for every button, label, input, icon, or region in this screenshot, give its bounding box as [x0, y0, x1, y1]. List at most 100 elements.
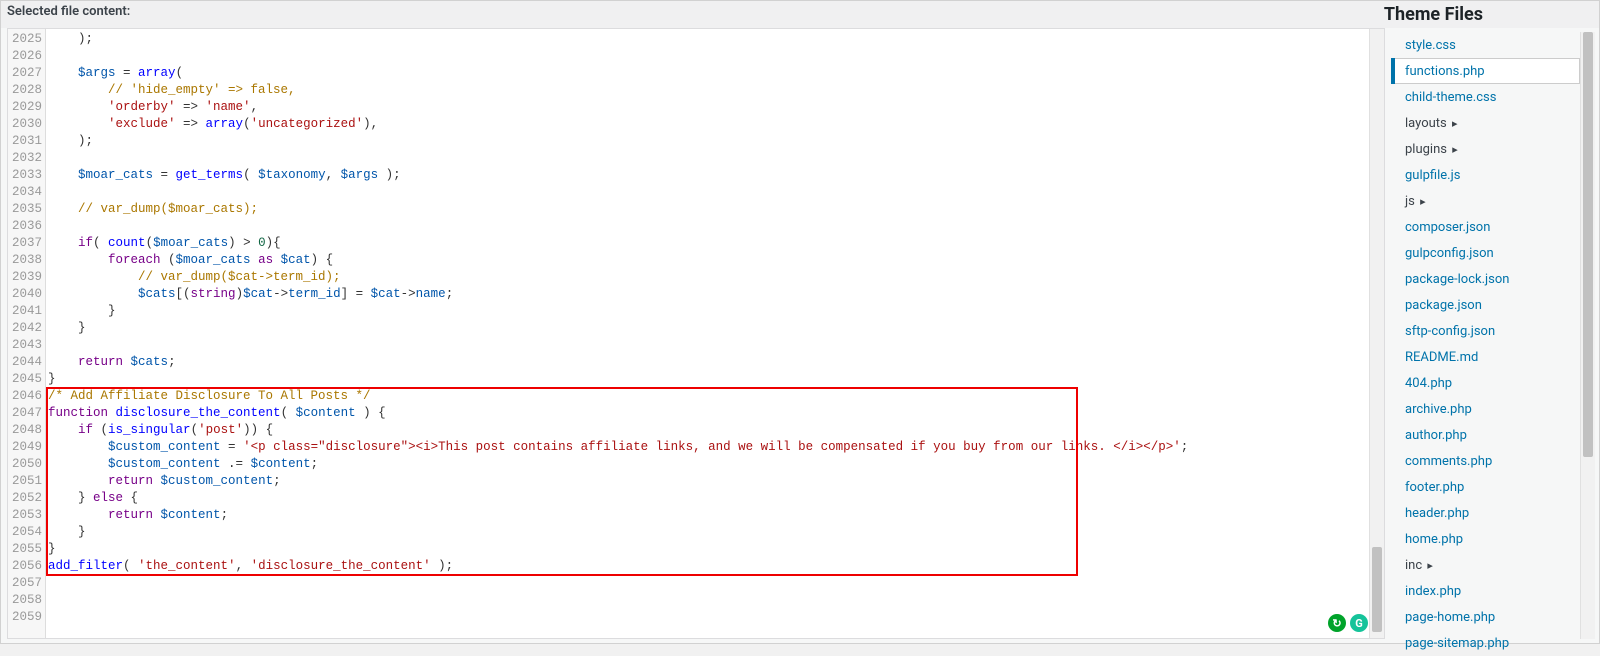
- file-item-label: index.php: [1405, 584, 1461, 599]
- code-line[interactable]: $custom_content = '<p class="disclosure"…: [48, 439, 1369, 456]
- line-number: 2026: [8, 48, 42, 65]
- line-number: 2058: [8, 592, 42, 609]
- file-item-gulpconfig-json[interactable]: gulpconfig.json: [1395, 240, 1580, 266]
- file-item-label: layouts: [1405, 116, 1447, 131]
- chevron-right-icon: ▸: [1420, 195, 1426, 208]
- line-number: 2039: [8, 269, 42, 286]
- file-item-label: sftp-config.json: [1405, 324, 1495, 339]
- line-number: 2037: [8, 235, 42, 252]
- code-line[interactable]: if (is_singular('post')) {: [48, 422, 1369, 439]
- file-item-label: composer.json: [1405, 220, 1490, 235]
- file-item-archive-php[interactable]: archive.php: [1395, 396, 1580, 422]
- line-number: 2046: [8, 388, 42, 405]
- file-item-gulpfile-js[interactable]: gulpfile.js: [1395, 162, 1580, 188]
- file-item-label: page-home.php: [1405, 610, 1495, 625]
- code-line[interactable]: return $cats;: [48, 354, 1369, 371]
- scrollbar-thumb[interactable]: [1583, 32, 1593, 457]
- file-item-404-php[interactable]: 404.php: [1395, 370, 1580, 396]
- sidebar-vertical-scrollbar[interactable]: [1580, 32, 1595, 639]
- file-item-page-home-php[interactable]: page-home.php: [1395, 604, 1580, 630]
- file-item-comments-php[interactable]: comments.php: [1395, 448, 1580, 474]
- line-number: 2040: [8, 286, 42, 303]
- code-scroll-area[interactable]: ); $args = array( // 'hide_empty' => fal…: [46, 29, 1369, 638]
- code-line[interactable]: return $content;: [48, 507, 1369, 524]
- folder-item-plugins[interactable]: plugins ▸: [1395, 136, 1580, 162]
- code-line[interactable]: );: [48, 133, 1369, 150]
- file-item-label: style.css: [1405, 38, 1456, 53]
- editor-vertical-scrollbar[interactable]: [1369, 29, 1384, 638]
- file-item-composer-json[interactable]: composer.json: [1395, 214, 1580, 240]
- folder-item-js[interactable]: js ▸: [1395, 188, 1580, 214]
- file-item-package-json[interactable]: package.json: [1395, 292, 1580, 318]
- folder-item-inc[interactable]: inc ▸: [1395, 552, 1580, 578]
- file-item-footer-php[interactable]: footer.php: [1395, 474, 1580, 500]
- file-item-readme-md[interactable]: README.md: [1395, 344, 1580, 370]
- file-item-index-php[interactable]: index.php: [1395, 578, 1580, 604]
- file-item-style-css[interactable]: style.css: [1395, 32, 1580, 58]
- code-line[interactable]: /* Add Affiliate Disclosure To All Posts…: [48, 388, 1369, 405]
- line-number: 2042: [8, 320, 42, 337]
- code-line[interactable]: }: [48, 524, 1369, 541]
- code-line[interactable]: );: [48, 31, 1369, 48]
- code-line[interactable]: [48, 575, 1369, 592]
- code-line[interactable]: // 'hide_empty' => false,: [48, 82, 1369, 99]
- code-line[interactable]: [48, 150, 1369, 167]
- code-line[interactable]: }: [48, 303, 1369, 320]
- code-line[interactable]: [48, 184, 1369, 201]
- code-line[interactable]: [48, 592, 1369, 609]
- code-editor[interactable]: 2025202620272028202920302031203220332034…: [7, 28, 1385, 639]
- code-line[interactable]: [48, 609, 1369, 626]
- line-number: 2038: [8, 252, 42, 269]
- file-item-header-php[interactable]: header.php: [1395, 500, 1580, 526]
- line-number: 2050: [8, 456, 42, 473]
- code-line[interactable]: $cats[(string)$cat->term_id] = $cat->nam…: [48, 286, 1369, 303]
- code-line[interactable]: }: [48, 320, 1369, 337]
- code-line[interactable]: $moar_cats = get_terms( $taxonomy, $args…: [48, 167, 1369, 184]
- code-line[interactable]: // var_dump($cat->term_id);: [48, 269, 1369, 286]
- chevron-right-icon: ▸: [1452, 143, 1458, 156]
- file-item-label: archive.php: [1405, 402, 1472, 417]
- grammarly-icon[interactable]: G: [1350, 614, 1368, 632]
- file-item-label: page-sitemap.php: [1405, 636, 1509, 651]
- code-line[interactable]: } else {: [48, 490, 1369, 507]
- file-item-label: js: [1405, 194, 1415, 209]
- line-number: 2025: [8, 31, 42, 48]
- code-line[interactable]: // var_dump($moar_cats);: [48, 201, 1369, 218]
- code-line[interactable]: foreach ($moar_cats as $cat) {: [48, 252, 1369, 269]
- code-line[interactable]: add_filter( 'the_content', 'disclosure_t…: [48, 558, 1369, 575]
- code-line[interactable]: return $custom_content;: [48, 473, 1369, 490]
- line-number: 2035: [8, 201, 42, 218]
- code-line[interactable]: $args = array(: [48, 65, 1369, 82]
- theme-files-title: Theme Files: [1384, 4, 1593, 25]
- file-item-functions-php[interactable]: functions.php: [1395, 58, 1580, 84]
- code-line[interactable]: [48, 48, 1369, 65]
- refresh-icon[interactable]: ↻: [1328, 614, 1346, 632]
- code-line[interactable]: }: [48, 371, 1369, 388]
- line-number: 2032: [8, 150, 42, 167]
- code-line[interactable]: 'exclude' => array('uncategorized'),: [48, 116, 1369, 133]
- file-item-child-theme-css[interactable]: child-theme.css: [1395, 84, 1580, 110]
- line-number: 2053: [8, 507, 42, 524]
- file-item-label: home.php: [1405, 532, 1463, 547]
- code-line[interactable]: }: [48, 541, 1369, 558]
- line-number: 2041: [8, 303, 42, 320]
- line-number: 2051: [8, 473, 42, 490]
- code-line[interactable]: if( count($moar_cats) > 0){: [48, 235, 1369, 252]
- code-line[interactable]: 'orderby' => 'name',: [48, 99, 1369, 116]
- code-line[interactable]: $custom_content .= $content;: [48, 456, 1369, 473]
- folder-item-layouts[interactable]: layouts ▸: [1395, 110, 1580, 136]
- file-item-label: 404.php: [1405, 376, 1452, 391]
- code-line[interactable]: [48, 218, 1369, 235]
- file-item-sftp-config-json[interactable]: sftp-config.json: [1395, 318, 1580, 344]
- line-number: 2045: [8, 371, 42, 388]
- file-item-home-php[interactable]: home.php: [1395, 526, 1580, 552]
- file-item-page-sitemap-php[interactable]: page-sitemap.php: [1395, 630, 1580, 656]
- file-item-author-php[interactable]: author.php: [1395, 422, 1580, 448]
- scrollbar-thumb[interactable]: [1372, 547, 1382, 632]
- code-line[interactable]: function disclosure_the_content( $conten…: [48, 405, 1369, 422]
- file-item-label: gulpfile.js: [1405, 168, 1460, 183]
- line-number: 2052: [8, 490, 42, 507]
- code-line[interactable]: [48, 337, 1369, 354]
- file-item-package-lock-json[interactable]: package-lock.json: [1395, 266, 1580, 292]
- file-item-label: inc: [1405, 558, 1422, 573]
